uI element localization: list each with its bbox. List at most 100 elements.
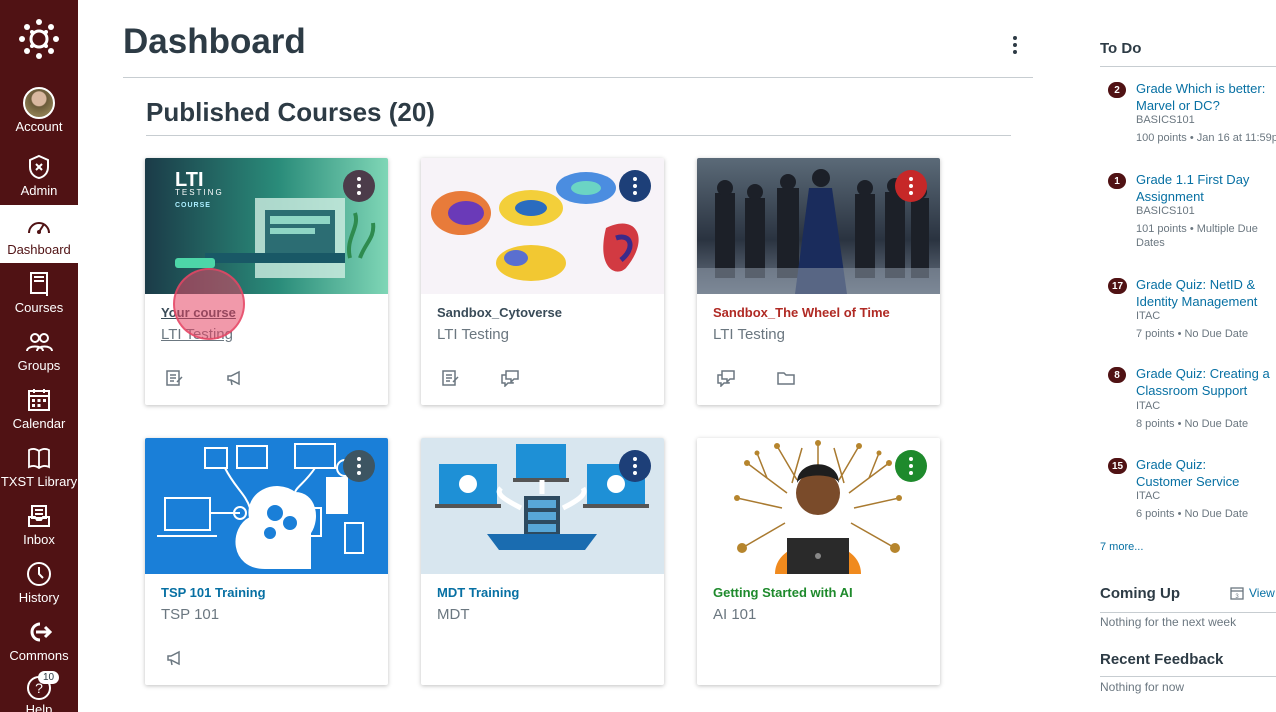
- todo-item-meta: 8 points • No Due Date: [1136, 418, 1249, 430]
- todo-item-link[interactable]: Grade Quiz: Creating a Classroom Support…: [1136, 365, 1276, 399]
- nav-help-label: Help: [25, 702, 53, 712]
- canvas-logo-icon: [19, 19, 59, 59]
- coming-up-divider: [1100, 612, 1276, 613]
- nav-dashboard-label: Dashboard: [7, 242, 71, 257]
- discussions-icon[interactable]: [499, 368, 521, 388]
- nav-history[interactable]: History: [0, 553, 78, 611]
- todo-item-meta: 100 points • Jan 16 at 11:59pm: [1136, 132, 1276, 144]
- nav-groups-label: Groups: [17, 358, 61, 373]
- card-options-button[interactable]: [895, 450, 927, 482]
- todo-item-link[interactable]: Grade 1.1 First Day Assignment: [1136, 171, 1266, 205]
- course-card[interactable]: Sandbox_Cytoverse LTI Testing: [421, 158, 664, 405]
- course-name-link[interactable]: Your course: [161, 305, 236, 320]
- course-name-link[interactable]: Sandbox_The Wheel of Time: [713, 305, 890, 320]
- nav-txst-library-label: TXST Library: [0, 474, 78, 489]
- course-card[interactable]: Sandbox_The Wheel of Time LTI Testing: [697, 158, 940, 405]
- recent-feedback-title: Recent Feedback: [1100, 651, 1224, 668]
- todo-count-badge: 2: [1108, 82, 1126, 98]
- assignments-icon[interactable]: [439, 368, 461, 388]
- card-options-button[interactable]: [619, 170, 651, 202]
- avatar: [23, 87, 55, 119]
- nav-inbox[interactable]: Inbox: [0, 495, 78, 553]
- hero-testing-text: TESTING: [175, 188, 224, 197]
- course-card[interactable]: TSP 101 Training TSP 101: [145, 438, 388, 685]
- nav-inbox-label: Inbox: [23, 532, 55, 547]
- course-name-link[interactable]: MDT Training: [437, 585, 519, 600]
- course-code: TSP 101: [161, 606, 220, 623]
- inbox-icon: [28, 505, 50, 527]
- course-name-link[interactable]: Sandbox_Cytoverse: [437, 305, 562, 320]
- todo-item-course: ITAC: [1136, 490, 1161, 502]
- course-code: AI 101: [713, 606, 757, 623]
- todo-count-badge: 17: [1108, 278, 1128, 294]
- todo-item-course: BASICS101: [1136, 114, 1195, 126]
- todo-count-badge: 8: [1108, 367, 1126, 383]
- section-title: Published Courses (20): [146, 97, 435, 127]
- card-options-button[interactable]: [343, 170, 375, 202]
- todo-more-link[interactable]: 7 more...: [1100, 541, 1143, 553]
- todo-item-meta: 7 points • No Due Date: [1136, 328, 1249, 340]
- todo-item-course: ITAC: [1136, 310, 1161, 322]
- course-card[interactable]: MDT Training MDT: [421, 438, 664, 685]
- coming-up-title: Coming Up: [1100, 585, 1180, 602]
- todo-item-course: BASICS101: [1136, 205, 1195, 217]
- header-divider: [123, 77, 1033, 78]
- course-card[interactable]: Getting Started with AI AI 101: [697, 438, 940, 685]
- groups-icon: [26, 333, 53, 352]
- todo-count-badge: 1: [1108, 173, 1126, 189]
- nav-groups[interactable]: Groups: [0, 321, 78, 379]
- nav-admin[interactable]: Admin: [0, 146, 78, 204]
- card-options-button[interactable]: [895, 170, 927, 202]
- recent-feedback-divider: [1100, 676, 1276, 677]
- nav-txst-library[interactable]: TXST Library: [0, 437, 78, 495]
- course-code: LTI Testing: [713, 326, 785, 343]
- nav-commons[interactable]: Commons: [0, 611, 78, 669]
- book-icon: [30, 272, 48, 296]
- nav-calendar[interactable]: Calendar: [0, 379, 78, 437]
- shield-icon: [29, 154, 49, 180]
- commons-icon: [30, 622, 52, 642]
- assignments-icon[interactable]: [163, 368, 185, 388]
- page-title: Dashboard: [123, 22, 306, 61]
- course-name-link[interactable]: Getting Started with AI: [713, 585, 853, 600]
- card-options-button[interactable]: [343, 450, 375, 482]
- dashboard-icon: [28, 222, 50, 234]
- todo-item-meta: 101 points • Multiple Due Dates: [1136, 223, 1258, 249]
- calendar-icon: 3: [1230, 587, 1244, 600]
- nav-account-label: Account: [15, 119, 63, 134]
- canvas-logo[interactable]: [0, 0, 78, 78]
- course-code: LTI Testing: [437, 326, 509, 343]
- nav-account[interactable]: Account: [0, 82, 78, 142]
- library-icon: [28, 448, 50, 469]
- section-divider: [146, 135, 1011, 136]
- announcements-icon[interactable]: [163, 648, 185, 668]
- todo-divider: [1100, 66, 1276, 67]
- calendar-view-link[interactable]: 3 View: [1230, 586, 1275, 600]
- calendar-view-label: View: [1249, 586, 1275, 600]
- todo-item-link[interactable]: Grade Quiz: NetID & Identity Management: [1136, 276, 1266, 310]
- dashboard-options-button[interactable]: [1004, 34, 1026, 56]
- nav-help[interactable]: ? 10 Help: [0, 669, 78, 712]
- todo-item-link[interactable]: Grade Which is better: Marvel or DC?: [1136, 80, 1276, 114]
- nav-calendar-label: Calendar: [12, 416, 66, 431]
- discussions-icon[interactable]: [715, 368, 737, 388]
- todo-item-link[interactable]: Grade Quiz: Customer Service: [1136, 456, 1266, 490]
- course-name-link[interactable]: TSP 101 Training: [161, 585, 266, 600]
- nav-commons-label: Commons: [9, 648, 69, 663]
- todo-item-course: ITAC: [1136, 400, 1161, 412]
- clock-icon: [27, 562, 51, 586]
- announcements-icon[interactable]: [223, 368, 245, 388]
- nav-history-label: History: [18, 590, 60, 605]
- nav-courses-label: Courses: [14, 300, 64, 315]
- hero-course-text: COURSE: [175, 202, 211, 209]
- course-card[interactable]: LTI TESTING COURSE Your course LTI Testi…: [145, 158, 388, 405]
- nav-courses[interactable]: Courses: [0, 263, 78, 321]
- card-options-button[interactable]: [619, 450, 651, 482]
- help-badge: 10: [38, 671, 60, 684]
- global-nav: Account Admin Dashboard Courses Groups C…: [0, 0, 78, 712]
- nav-dashboard[interactable]: Dashboard: [0, 205, 78, 263]
- files-icon[interactable]: [775, 368, 797, 388]
- course-code: MDT: [437, 606, 470, 623]
- recent-feedback-empty: Nothing for now: [1100, 680, 1185, 694]
- todo-item-meta: 6 points • No Due Date: [1136, 508, 1249, 520]
